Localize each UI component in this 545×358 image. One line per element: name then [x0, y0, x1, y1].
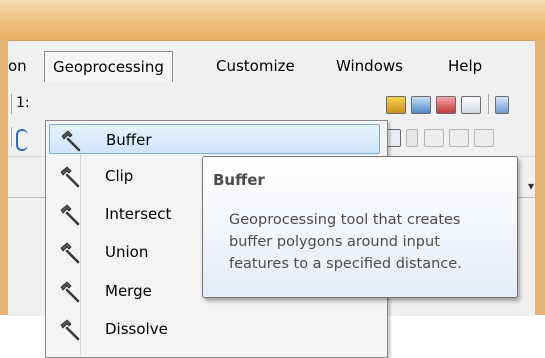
- menu-help[interactable]: Help: [440, 51, 490, 81]
- disabled-tool-icon: [424, 129, 444, 147]
- model-builder-icon[interactable]: [495, 96, 509, 114]
- toolbar-separator: [11, 94, 12, 114]
- disabled-tool-icon: [449, 129, 469, 147]
- window-icon[interactable]: [411, 96, 431, 114]
- window-title-bar[interactable]: [0, 0, 545, 40]
- hammer-icon: [60, 242, 80, 264]
- menu-geoprocessing[interactable]: Geoprocessing: [44, 51, 173, 82]
- menu-item-dissolve[interactable]: Dissolve: [49, 314, 380, 344]
- scale-field[interactable]: 1:: [16, 95, 30, 111]
- window-frame-left: [0, 40, 8, 315]
- menu-item-label: Union: [105, 243, 149, 261]
- menu-item-label: Buffer: [106, 131, 152, 149]
- tooltip-line: buffer polygons around input: [229, 234, 440, 250]
- hammer-icon: [60, 204, 80, 226]
- menu-item-label: Intersect: [105, 205, 172, 223]
- dropdown-arrow-icon[interactable]: ▾: [528, 179, 534, 193]
- menu-bar: on Geoprocessing Customize Windows Help: [8, 51, 535, 83]
- toolbar-separator: [488, 94, 489, 114]
- hammer-icon: [60, 166, 80, 188]
- disabled-tool-icon: [406, 129, 418, 147]
- menu-item-label: Dissolve: [105, 320, 168, 338]
- disabled-tool-icon: [474, 129, 494, 147]
- hammer-icon: [60, 319, 80, 341]
- tooltip-line: features to a specified distance.: [229, 256, 462, 272]
- tooltip-description: Geoprocessing tool that creates buffer p…: [229, 209, 515, 275]
- tooltip-title: Buffer: [213, 171, 265, 189]
- menu-item-buffer[interactable]: Buffer: [49, 124, 380, 154]
- toolbox-icon[interactable]: [436, 96, 456, 114]
- tooltip: Buffer Geoprocessing tool that creates b…: [202, 156, 518, 298]
- menu-item-partial[interactable]: on: [0, 51, 35, 81]
- toolbar-separator: [11, 127, 12, 147]
- hammer-icon: [60, 281, 80, 303]
- menu-item-label: Clip: [105, 167, 134, 185]
- hammer-icon: [61, 130, 81, 152]
- menu-item-label: Merge: [105, 282, 152, 300]
- tooltip-line: Geoprocessing tool that creates: [229, 212, 461, 228]
- python-window-icon[interactable]: [461, 96, 481, 114]
- zoom-icon[interactable]: [16, 129, 28, 151]
- menu-customize[interactable]: Customize: [208, 51, 303, 81]
- menu-windows[interactable]: Windows: [328, 51, 411, 81]
- standard-toolbar: 1:: [8, 89, 535, 119]
- catalog-icon[interactable]: [386, 96, 406, 114]
- window-frame-right: [535, 40, 545, 315]
